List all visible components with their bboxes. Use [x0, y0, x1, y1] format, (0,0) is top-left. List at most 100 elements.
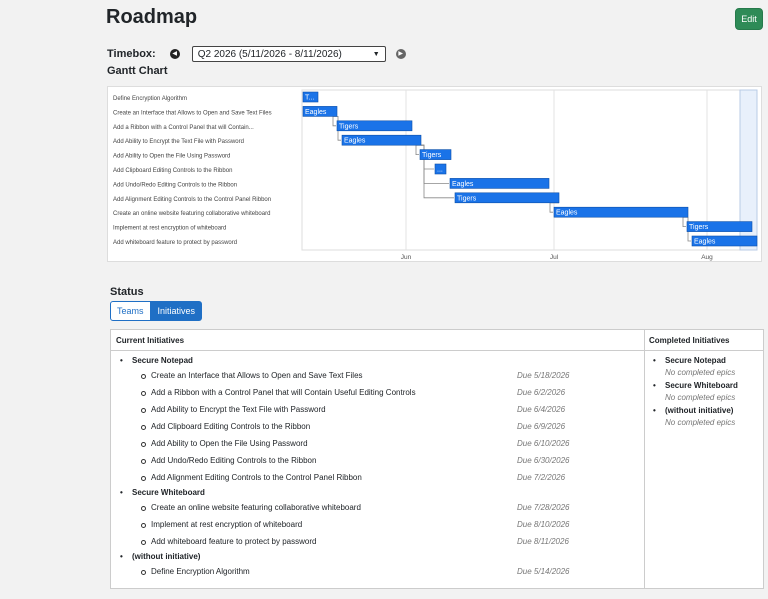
- initiative-name: Secure Notepad: [132, 356, 193, 365]
- epic-row: Create an Interface that Allows to Open …: [141, 370, 641, 382]
- completed-initiatives-header: Completed Initiatives: [649, 336, 730, 345]
- current-initiatives-column: Current Initiatives Secure Notepad Create…: [111, 330, 645, 588]
- circle-bullet-icon: [141, 459, 146, 464]
- timebox-selected-value: Q2 2026 (5/11/2026 - 8/11/2026): [197, 48, 342, 60]
- tab-teams[interactable]: Teams: [110, 301, 151, 321]
- gantt-task-label: Add a Ribbon with a Control Panel that w…: [113, 125, 254, 131]
- gantt-month-label: Jun: [401, 254, 412, 261]
- gantt-month-label: Jul: [550, 254, 559, 261]
- epic-name: Add Undo/Redo Editing Controls to the Ri…: [151, 456, 317, 465]
- epic-name: Create an online website featuring colla…: [151, 503, 361, 512]
- current-initiatives-header: Current Initiatives: [116, 336, 185, 345]
- epic-due-date: Due 6/10/2026: [517, 439, 570, 448]
- edit-button[interactable]: Edit: [735, 8, 763, 30]
- epic-due-date: Due 8/10/2026: [517, 520, 570, 529]
- epic-row: Add a Ribbon with a Control Panel that w…: [141, 387, 641, 399]
- status-title: Status: [110, 286, 144, 298]
- gantt-task-label: Add Clipboard Editing Controls to the Ri…: [113, 168, 232, 174]
- epic-row: Add Clipboard Editing Controls to the Ri…: [141, 421, 641, 433]
- gantt-dependency-line: [332, 116, 337, 127]
- tab-initiatives[interactable]: Initiatives: [150, 301, 203, 321]
- epic-due-date: Due 5/14/2026: [517, 567, 570, 576]
- gantt-title: Gantt Chart: [107, 65, 168, 77]
- page-title: Roadmap: [106, 6, 198, 28]
- epic-due-date: Due 5/18/2026: [517, 371, 570, 380]
- circle-bullet-icon: [141, 391, 146, 396]
- gantt-bar-label: Eagles: [694, 239, 716, 246]
- gantt-bar-label: Eagles: [556, 210, 578, 217]
- initiative-name: (without initiative): [132, 552, 201, 561]
- circle-bullet-icon: [141, 442, 146, 447]
- completed-initiative-title: Secure Notepad: [654, 355, 735, 367]
- epic-row: Create an online website featuring colla…: [141, 502, 641, 514]
- circle-bullet-icon: [141, 570, 146, 575]
- circle-bullet-icon: [141, 476, 146, 481]
- status-card: Current Initiatives Secure Notepad Create…: [110, 329, 764, 589]
- epic-due-date: Due 8/11/2026: [517, 537, 569, 546]
- gantt-bar-label: T...: [305, 95, 314, 102]
- completed-initiative-title: Secure Whiteboard: [654, 380, 738, 392]
- epic-name: Add Clipboard Editing Controls to the Ri…: [151, 422, 311, 431]
- completed-initiative-note: No completed epics: [665, 418, 736, 427]
- gantt-bar-label: Eagles: [452, 181, 474, 188]
- epic-row: Implement at rest encryption of whiteboa…: [141, 519, 641, 531]
- timebox-label: Timebox:: [107, 48, 156, 60]
- epic-name: Create an Interface that Allows to Open …: [151, 371, 363, 380]
- chevron-left-circle-icon[interactable]: ◀: [169, 49, 180, 59]
- initiative-name: Secure Whiteboard: [132, 488, 205, 497]
- epic-row: Add Ability to Open the File Using Passw…: [141, 438, 641, 450]
- epic-due-date: Due 7/28/2026: [517, 503, 570, 512]
- epic-due-date: Due 6/30/2026: [517, 456, 570, 465]
- initiative-group: Secure Notepad: [120, 355, 193, 367]
- epic-name: Add Alignment Editing Controls to the Co…: [151, 473, 362, 482]
- circle-bullet-icon: [141, 523, 146, 528]
- completed-initiative: Secure Notepad No completed epics: [654, 355, 735, 379]
- completed-initiative-name: Secure Whiteboard: [665, 381, 738, 390]
- epic-row: Add Alignment Editing Controls to the Co…: [141, 472, 641, 484]
- epic-row: Add Undo/Redo Editing Controls to the Ri…: [141, 455, 641, 467]
- gantt-task-label: Add whiteboard feature to protect by pas…: [113, 240, 237, 246]
- circle-bullet-icon: [141, 425, 146, 430]
- divider: [111, 350, 644, 351]
- gantt-chart: Jun Jul Aug Define Encryption Algorithm Crea…: [107, 86, 762, 262]
- gantt-bar-label: Tigers: [422, 152, 442, 159]
- completed-initiative-name: Secure Notepad: [665, 356, 726, 365]
- circle-bullet-icon: [141, 540, 146, 545]
- gantt-task-label: Add Ability to Encrypt the Text File wit…: [113, 139, 244, 145]
- epic-due-date: Due 6/9/2026: [517, 422, 566, 431]
- circle-bullet-icon: [141, 506, 146, 511]
- gantt-bar-label: Eagles: [305, 109, 327, 116]
- epic-name: Add whiteboard feature to protect by pas…: [151, 537, 317, 546]
- initiative-group: Secure Whiteboard: [120, 487, 205, 499]
- initiative-group: (without initiative): [120, 551, 201, 563]
- completed-initiative: Secure Whiteboard No completed epics: [654, 380, 738, 404]
- epic-name: Add Ability to Open the File Using Passw…: [151, 439, 308, 448]
- gantt-task-label: Add Alignment Editing Controls to the Co…: [113, 197, 271, 203]
- gantt-bar-label: Tigers: [689, 224, 709, 231]
- completed-initiative-title: (without initiative): [654, 405, 735, 417]
- completed-initiative-name: (without initiative): [665, 406, 734, 415]
- epic-due-date: Due 7/2/2026: [517, 473, 566, 482]
- gantt-month-label: Aug: [701, 254, 713, 261]
- circle-bullet-icon: [141, 374, 146, 379]
- epic-name: Add a Ribbon with a Control Panel that w…: [151, 388, 416, 397]
- gantt-task-label: Add Ability to Open the File Using Passw…: [113, 154, 230, 160]
- epic-due-date: Due 6/2/2026: [517, 388, 566, 397]
- circle-bullet-icon: [141, 408, 146, 413]
- status-tabs: Teams Initiatives: [110, 301, 203, 321]
- completed-initiative: (without initiative) No completed epics: [654, 405, 735, 429]
- chevron-right-circle-icon[interactable]: ▶: [395, 49, 406, 59]
- gantt-task-label: Implement at rest encryption of whiteboa…: [113, 226, 226, 232]
- gantt-svg: Jun Jul Aug Define Encryption Algorithm Crea…: [113, 89, 758, 261]
- gantt-task-label: Create an Interface that Allows to Open …: [113, 110, 272, 116]
- epic-row: Add whiteboard feature to protect by pas…: [141, 536, 641, 548]
- epic-name: Define Encryption Algorithm: [151, 567, 250, 576]
- gantt-bar-label: Eagles: [344, 138, 366, 145]
- gantt-task-label: Add Undo/Redo Editing Controls to the Ri…: [113, 182, 237, 188]
- gantt-bar-label: ...: [437, 167, 443, 174]
- gantt-bar-label: Tigers: [457, 195, 477, 202]
- epic-row: Define Encryption Algorithm Due 5/14/2026: [141, 566, 641, 578]
- chevron-down-icon: ▼: [372, 50, 380, 58]
- epic-name: Implement at rest encryption of whiteboa…: [151, 520, 303, 529]
- timebox-select[interactable]: Q2 2026 (5/11/2026 - 8/11/2026) ▼: [191, 46, 386, 62]
